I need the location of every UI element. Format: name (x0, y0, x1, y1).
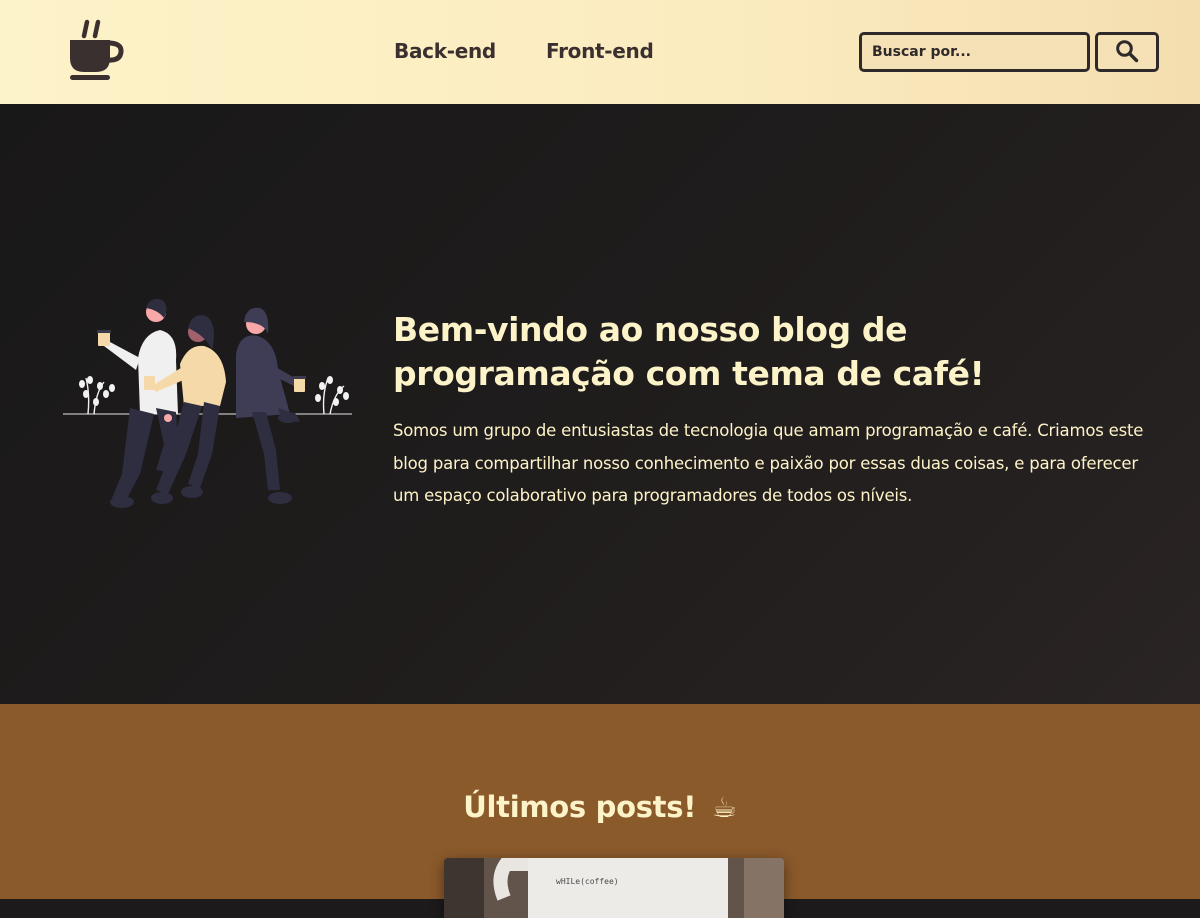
latest-posts-title: Últimos posts! ☕ (0, 790, 1200, 824)
svg-text:wHILe(coffee): wHILe(coffee) (556, 877, 619, 886)
site-header: Back-end Front-end (0, 0, 1200, 104)
search-icon (1115, 39, 1139, 66)
latest-posts-section: Últimos posts! ☕ wHILe(coffee) (0, 704, 1200, 918)
people-drinking-coffee-illustration (60, 294, 360, 514)
coffee-cup-logo-icon[interactable] (66, 18, 126, 82)
latest-posts-title-text: Últimos posts! (463, 790, 697, 824)
nav-link-front-end[interactable]: Front-end (546, 39, 654, 63)
hero-section: Bem-vindo ao nosso blog de programação c… (0, 104, 1200, 704)
nav-link-back-end[interactable]: Back-end (394, 39, 496, 63)
hero-title: Bem-vindo ao nosso blog de programação c… (393, 310, 985, 393)
hero-description: Somos um grupo de entusiastas de tecnolo… (393, 421, 1144, 505)
post-card-image[interactable]: wHILe(coffee) (444, 858, 784, 918)
search-button[interactable] (1095, 32, 1159, 72)
search-input[interactable] (859, 32, 1090, 72)
coffee-emoji-icon: ☕ (711, 791, 737, 824)
